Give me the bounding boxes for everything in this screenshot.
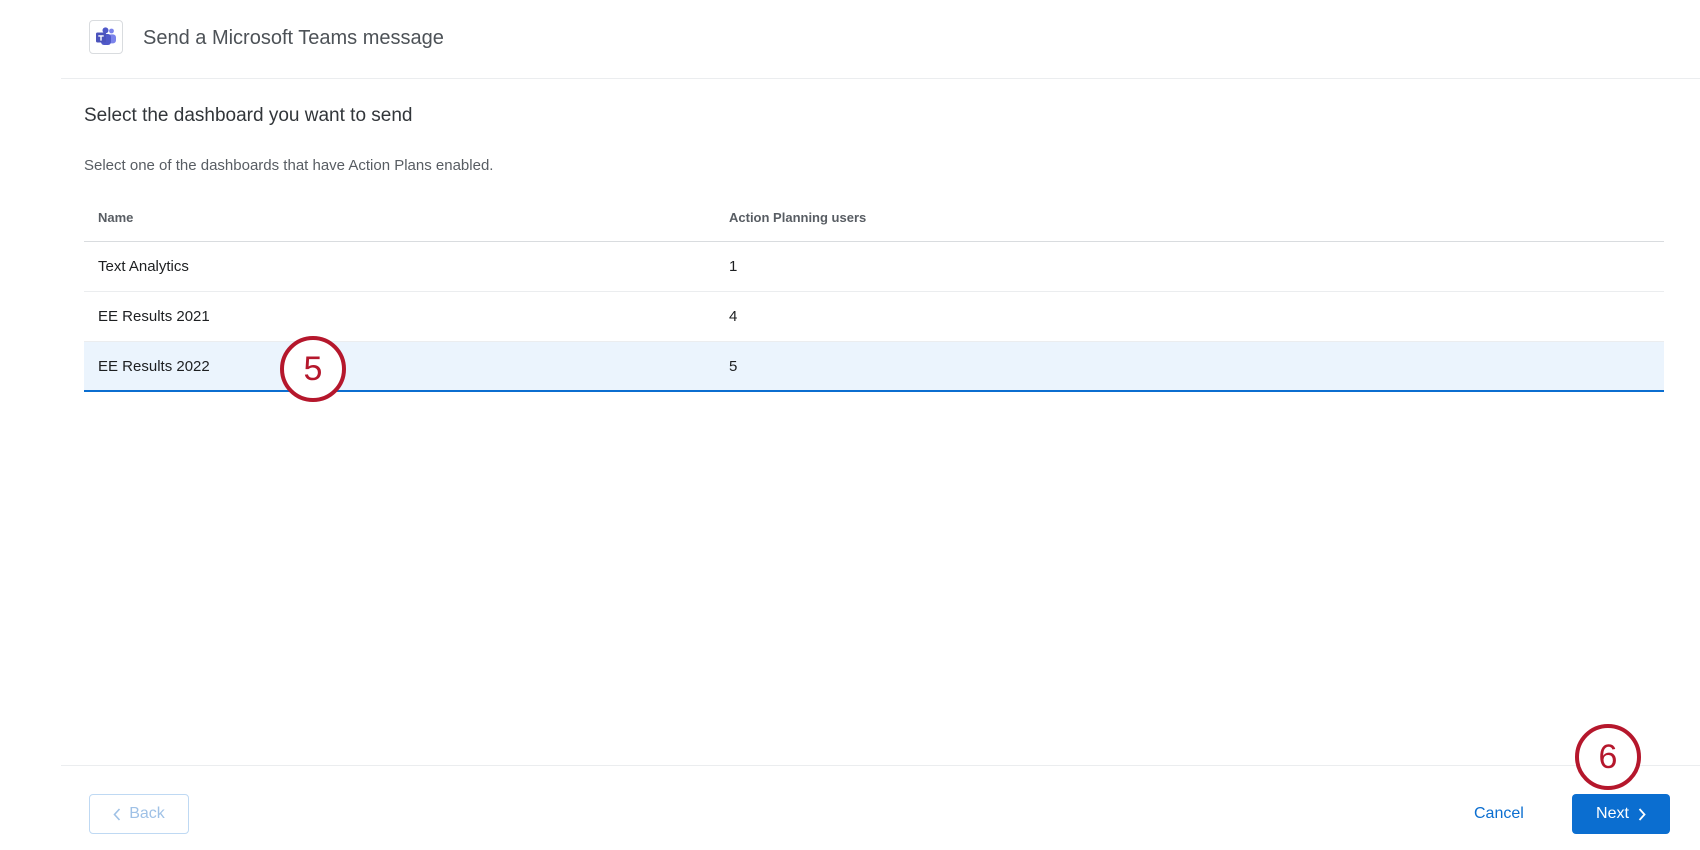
chevron-right-icon [1638, 807, 1646, 821]
table-header: Name Action Planning users [84, 192, 1664, 242]
header: Send a Microsoft Teams message [61, 0, 1700, 79]
step-callout-6: 6 [1575, 724, 1641, 790]
action-planning-users-count: 5 [729, 358, 738, 375]
table-row[interactable]: EE Results 2021 4 [84, 292, 1664, 342]
section-description: Select one of the dashboards that have A… [84, 157, 494, 174]
dashboard-name: Text Analytics [98, 258, 189, 275]
back-button[interactable]: Back [89, 794, 189, 834]
dialog-title: Send a Microsoft Teams message [143, 27, 444, 49]
cancel-button[interactable]: Cancel [1474, 794, 1524, 834]
microsoft-teams-logo-icon [89, 20, 123, 54]
action-planning-users-count: 4 [729, 308, 738, 325]
column-header-action-planning-users[interactable]: Action Planning users [729, 210, 866, 225]
column-header-name[interactable]: Name [98, 210, 133, 225]
section-title: Select the dashboard you want to send [84, 105, 413, 126]
table-row[interactable]: Text Analytics 1 [84, 242, 1664, 292]
action-planning-users-count: 1 [729, 258, 738, 275]
back-button-label: Back [129, 805, 165, 822]
next-button-label: Next [1596, 805, 1629, 822]
next-button[interactable]: Next [1572, 794, 1670, 834]
chevron-left-icon [113, 807, 121, 821]
dashboard-name: EE Results 2022 [98, 358, 210, 375]
footer: Back Cancel Next [61, 765, 1700, 850]
dashboard-name: EE Results 2021 [98, 308, 210, 325]
step-callout-5: 5 [280, 336, 346, 402]
